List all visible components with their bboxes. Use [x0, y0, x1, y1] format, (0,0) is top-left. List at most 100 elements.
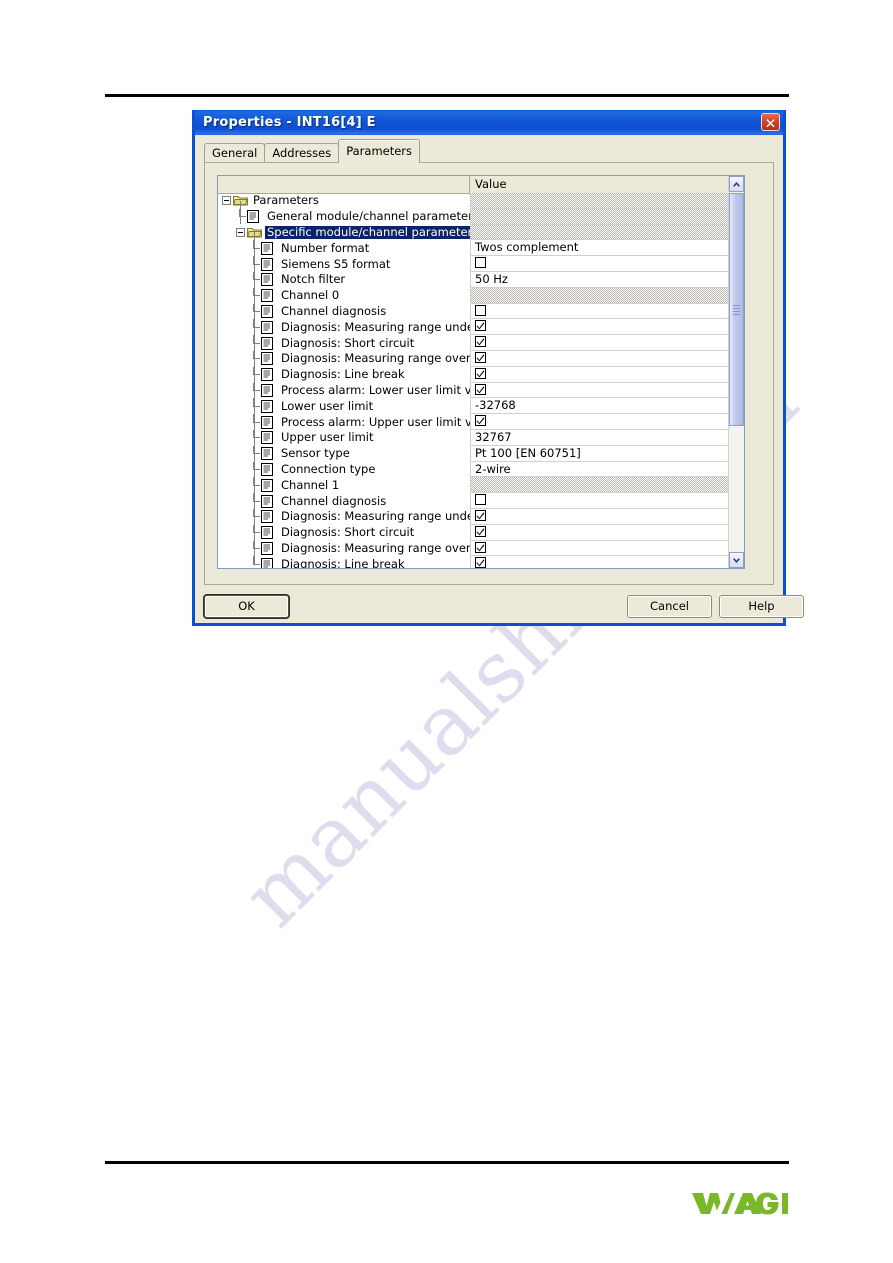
- parameter-checkbox[interactable]: [475, 525, 486, 540]
- parameter-value-cell[interactable]: [470, 493, 729, 509]
- parameter-value-cell[interactable]: [470, 256, 729, 272]
- cancel-button[interactable]: Cancel: [627, 595, 712, 618]
- tab-addresses[interactable]: Addresses: [264, 143, 340, 163]
- parameter-name-cell[interactable]: Specific module/channel parameters: [218, 225, 470, 241]
- table-row[interactable]: Channel diagnosis: [218, 303, 729, 320]
- parameter-name-cell[interactable]: Process alarm: Lower user limit v…: [218, 382, 470, 399]
- parameter-value-cell[interactable]: [470, 414, 729, 430]
- dialog-titlebar[interactable]: Properties - INT16[4] E: [195, 110, 783, 135]
- parameter-checkbox[interactable]: [475, 415, 486, 429]
- parameter-name-cell[interactable]: Diagnosis: Line break: [218, 556, 470, 568]
- table-row[interactable]: Number format Twos complement: [218, 240, 729, 257]
- parameter-value-cell[interactable]: [470, 508, 729, 525]
- parameter-name-cell[interactable]: Process alarm: Upper user limit v…: [218, 414, 470, 430]
- table-row[interactable]: Diagnosis: Measuring range unde…: [218, 319, 729, 336]
- table-row[interactable]: Lower user limit -32768: [218, 398, 729, 415]
- parameter-name-cell[interactable]: Diagnosis: Measuring range overflow: [218, 350, 470, 367]
- table-row[interactable]: Siemens S5 format: [218, 256, 729, 272]
- parameter-name-cell[interactable]: General module/channel parameters: [218, 208, 470, 225]
- parameter-name-cell[interactable]: Diagnosis: Line break: [218, 366, 470, 383]
- column-header-name[interactable]: [218, 176, 470, 193]
- parameter-name-cell[interactable]: Channel 0: [218, 287, 470, 304]
- close-icon[interactable]: [761, 113, 780, 131]
- parameter-checkbox[interactable]: [475, 320, 486, 334]
- parameter-name-cell[interactable]: Diagnosis: Measuring range overflow: [218, 540, 470, 557]
- table-row[interactable]: Diagnosis: Line break: [218, 556, 729, 568]
- table-row[interactable]: Channel diagnosis: [218, 493, 729, 509]
- chevron-down-icon[interactable]: [729, 552, 744, 568]
- table-row[interactable]: Connection type 2-wire: [218, 461, 729, 478]
- table-row[interactable]: Diagnosis: Measuring range overflow: [218, 540, 729, 557]
- table-row[interactable]: Channel 1: [218, 477, 729, 494]
- table-row[interactable]: Diagnosis: Line break: [218, 366, 729, 383]
- table-row[interactable]: General module/channel parameters: [218, 208, 729, 225]
- parameter-name-cell[interactable]: Number format: [218, 240, 470, 256]
- parameter-checkbox[interactable]: [475, 383, 486, 398]
- parameter-name-cell[interactable]: Notch filter: [218, 271, 470, 288]
- tree-node: Siemens S5 format: [250, 256, 392, 272]
- parameter-value-cell[interactable]: 32767: [470, 429, 729, 446]
- vertical-scrollbar[interactable]: [728, 176, 744, 568]
- parameter-name-cell[interactable]: Connection type: [218, 461, 470, 478]
- parameter-checkbox[interactable]: [475, 367, 486, 382]
- parameter-checkbox[interactable]: [475, 257, 486, 271]
- table-row[interactable]: Diagnosis: Measuring range overflow: [218, 350, 729, 367]
- parameter-value-cell[interactable]: [470, 382, 729, 399]
- column-header-value[interactable]: Value: [470, 176, 729, 193]
- parameter-value-cell[interactable]: [470, 350, 729, 367]
- parameter-value-cell[interactable]: [470, 556, 729, 568]
- parameter-value-cell[interactable]: Pt 100 [EN 60751]: [470, 445, 729, 462]
- parameter-checkbox[interactable]: [475, 509, 486, 524]
- table-row[interactable]: Diagnosis: Short circuit: [218, 524, 729, 541]
- scrollbar-thumb[interactable]: [729, 193, 744, 426]
- parameter-value-cell[interactable]: [470, 524, 729, 541]
- tab-parameters[interactable]: Parameters: [338, 139, 421, 163]
- table-row[interactable]: Diagnosis: Short circuit: [218, 335, 729, 351]
- parameter-value-cell[interactable]: Twos complement: [470, 240, 729, 257]
- parameter-value-cell[interactable]: [470, 335, 729, 351]
- parameter-value-cell[interactable]: 50 Hz: [470, 271, 729, 288]
- parameter-checkbox[interactable]: [475, 494, 486, 508]
- parameter-label: Diagnosis: Short circuit: [281, 525, 415, 540]
- table-row[interactable]: Process alarm: Upper user limit v…: [218, 414, 729, 430]
- parameter-name-cell[interactable]: Parameters: [218, 193, 470, 209]
- parameter-name-cell[interactable]: Lower user limit: [218, 398, 470, 414]
- parameter-name-cell[interactable]: Channel 1: [218, 477, 470, 493]
- table-row[interactable]: Channel 0: [218, 287, 729, 304]
- parameter-value-cell[interactable]: [470, 303, 729, 320]
- parameter-value-cell[interactable]: [470, 540, 729, 557]
- parameter-checkbox[interactable]: [475, 557, 486, 568]
- parameter-name-cell[interactable]: Diagnosis: Short circuit: [218, 524, 470, 541]
- parameter-name-cell[interactable]: Diagnosis: Short circuit: [218, 335, 470, 351]
- table-row[interactable]: Upper user limit 32767: [218, 429, 729, 446]
- parameter-checkbox[interactable]: [475, 336, 486, 350]
- parameter-checkbox[interactable]: [475, 304, 486, 319]
- parameter-name-cell[interactable]: Upper user limit: [218, 429, 470, 446]
- tree-node: General module/channel parameters: [236, 208, 470, 225]
- parameter-name-cell[interactable]: Diagnosis: Measuring range unde…: [218, 319, 470, 335]
- parameter-name-cell[interactable]: Diagnosis: Measuring range unde…: [218, 508, 470, 525]
- table-row[interactable]: Notch filter 50 Hz: [218, 271, 729, 288]
- parameter-label: Channel diagnosis: [281, 493, 387, 508]
- table-row[interactable]: Diagnosis: Measuring range unde…: [218, 508, 729, 525]
- help-button[interactable]: Help: [719, 595, 804, 618]
- parameter-value-cell[interactable]: 2-wire: [470, 461, 729, 478]
- parameter-value-cell[interactable]: [470, 366, 729, 383]
- parameter-checkbox[interactable]: [475, 351, 486, 366]
- parameter-name-cell[interactable]: Channel diagnosis: [218, 493, 470, 509]
- tab-general[interactable]: General: [204, 143, 266, 163]
- parameter-value-cell[interactable]: -32768: [470, 398, 729, 415]
- collapse-toggle-icon[interactable]: [236, 227, 245, 237]
- parameter-name-cell[interactable]: Channel diagnosis: [218, 303, 470, 320]
- ok-button[interactable]: OK: [204, 595, 289, 618]
- table-row[interactable]: Parameters: [218, 193, 729, 209]
- parameter-value-cell[interactable]: [470, 319, 729, 336]
- parameter-name-cell[interactable]: Sensor type: [218, 445, 470, 462]
- table-row[interactable]: Sensor type Pt 100 [EN 60751]: [218, 445, 729, 462]
- parameter-name-cell[interactable]: Siemens S5 format: [218, 256, 470, 272]
- parameter-checkbox[interactable]: [475, 541, 486, 556]
- table-row[interactable]: Specific module/channel parameters: [218, 224, 729, 241]
- collapse-toggle-icon[interactable]: [222, 196, 231, 206]
- table-row[interactable]: Process alarm: Lower user limit v…: [218, 382, 729, 399]
- chevron-up-icon[interactable]: [729, 176, 744, 192]
